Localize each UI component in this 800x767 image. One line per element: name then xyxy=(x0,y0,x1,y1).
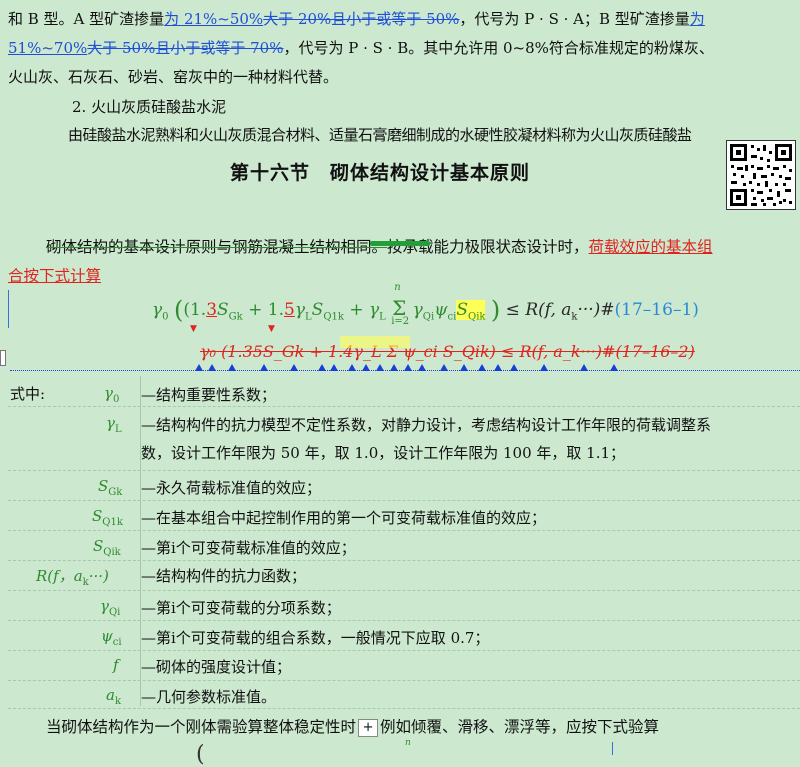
inserted-text: 为 21%~50% xyxy=(164,10,264,28)
change-bar xyxy=(612,742,613,755)
deleted-text: 砌体结构的基本设计原则与钢筋混凝土结构相同。 xyxy=(46,238,388,256)
text-run: ，代号为 P · S · B。其中允许用 0~8%符合标准规定的粉煤灰、 xyxy=(283,39,714,57)
definition-text: —结构重要性系数； xyxy=(141,386,277,404)
intro-line-1: 砌体结构的基本设计原则与钢筋混凝土结构相同。按承载能力极限状态设计时，荷载效应的… xyxy=(46,235,713,257)
strike-mark xyxy=(370,241,430,246)
bottom-sum-top: n xyxy=(405,738,411,748)
text-run: ，代号为 P · S · A；B 型矿渣掺量 xyxy=(459,10,690,28)
symbol-SQ1k: SQ1k xyxy=(92,507,123,528)
inserted-text: 为 xyxy=(689,10,705,28)
deleted-text: 大于 20%且小于或等于 50% xyxy=(263,10,460,28)
text-run: 和 B 型。A 型矿渣掺量 xyxy=(8,10,165,28)
definition-text: —结构构件的抗力函数； xyxy=(141,567,307,585)
intro-line-2: 合按下式计算 xyxy=(8,267,102,285)
equation-number: (17–16–1) xyxy=(614,300,699,320)
definition-text: 数，设计工作年限为 50 年，取 1.0，设计工作年限为 100 年，取 1.1… xyxy=(141,444,626,462)
symbol-f: f xyxy=(113,656,119,674)
inserted-text: 荷载效应的基本组 xyxy=(588,238,713,256)
definition-text: —几何参数标准值。 xyxy=(141,688,277,706)
section-title: 第十六节 砌体结构设计基本原则 xyxy=(230,162,531,184)
formula-17-16-2-deleted: γ₀ (1.35S_Gk + 1.4γ_L Σ ψ_ci S_Qik) ≤ R(… xyxy=(200,342,695,361)
symbol-SQik: SQik xyxy=(93,537,121,558)
formula-changed-digit: 5 xyxy=(284,300,295,320)
definition-text: —第i个可变荷载标准值的效应； xyxy=(141,539,356,557)
definition-text: —第i个可变荷载的分项系数； xyxy=(141,599,341,617)
symbol-gammaQi: γQi xyxy=(100,597,121,618)
highlight xyxy=(340,336,410,348)
definition-text: —第i个可变荷载的组合系数，一般情况下应取 0.7； xyxy=(141,629,490,647)
sum-sign: n Σi=2 xyxy=(391,282,410,327)
definition-text: —在基本组合中起控制作用的第一个可变荷载标准值的效应； xyxy=(141,509,547,527)
definition-text: —永久荷载标准值的效应； xyxy=(141,479,322,497)
margin-marker xyxy=(0,350,6,366)
text-run: 例如倾覆、滑移、漂浮等，应按下式验算 xyxy=(380,718,660,736)
symbol-gamma0: γ0 xyxy=(104,384,120,405)
change-bar xyxy=(8,290,9,328)
definition-text: —砌体的强度设计值； xyxy=(141,658,292,676)
formula-part: (1. xyxy=(183,300,207,320)
symbol-ak: ak xyxy=(106,686,122,707)
formula-changed-digit: 3 xyxy=(206,300,218,320)
symbol-psici: ψci xyxy=(101,627,122,648)
para-line-3: 火山灰、石灰石、砂岩、窑灰中的一种材料代替。 xyxy=(8,68,339,86)
text-run: 当砌体结构作为一个刚体需验算整体稳定性时 xyxy=(46,718,357,736)
change-marker: ▼ xyxy=(268,324,275,334)
closing-line: 当砌体结构作为一个刚体需验算整体稳定性时 + 例如倾覆、滑移、漂浮等，应按下式验算 xyxy=(46,715,659,737)
qr-code xyxy=(726,140,796,210)
formula-part: + 1. xyxy=(242,300,285,320)
definition-text: —结构构件的抗力模型不定性系数，对静力设计，考虑结构设计工作年限的荷载调整系 xyxy=(141,416,712,434)
para-line-2: 51%~70%大于 50%且小于或等于 70%，代号为 P · S · B。其中… xyxy=(8,37,714,58)
deleted-text: 大于 50%且小于或等于 70% xyxy=(87,39,284,57)
change-marker: ▼ xyxy=(190,324,197,334)
symbol-SGk: SGk xyxy=(98,477,123,498)
add-row-button[interactable]: + xyxy=(358,719,379,737)
sub-heading: 2. 火山灰质硅酸盐水泥 xyxy=(72,98,227,116)
sub-paragraph: 由硅酸盐水泥熟料和火山灰质混合材料、适量石膏磨细制成的水硬性胶凝材料称为火山灰质… xyxy=(68,126,692,144)
inserted-text: 51%~70% xyxy=(8,39,88,57)
symbol-gammaL: γL xyxy=(106,414,122,435)
symbol-R: R(f，ak···) xyxy=(36,567,109,588)
formula-17-16-1: γ0 ((1.3SGk + 1.5γLSQ1k + γL n Σi=2 γQiψc… xyxy=(152,282,699,327)
para-line-1: 和 B 型。A 型矿渣掺量为 21%~50%大于 20%且小于或等于 50%，代… xyxy=(8,8,705,29)
